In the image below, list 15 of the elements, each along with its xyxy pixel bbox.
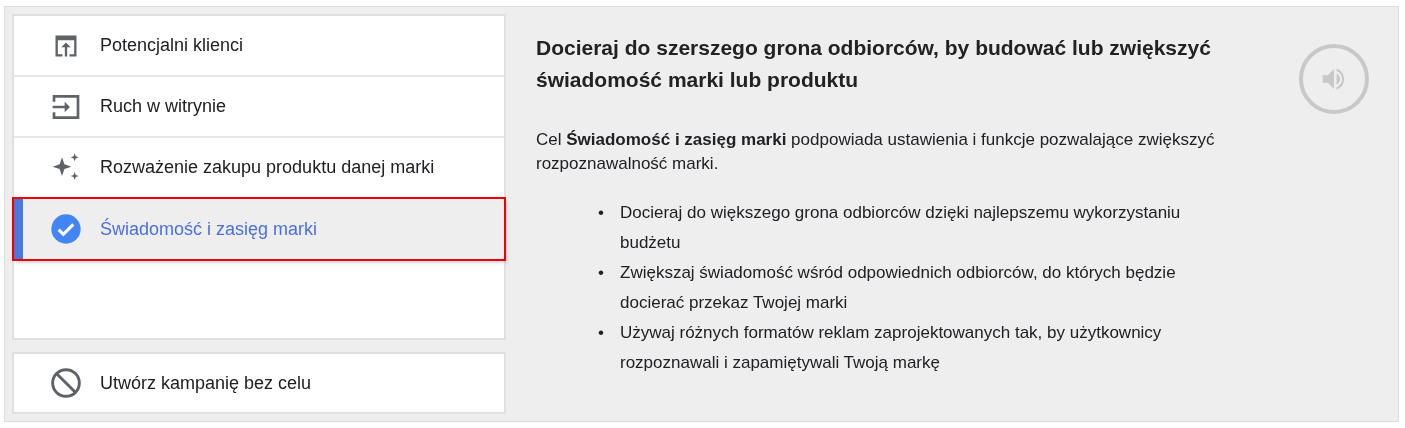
goal-option[interactable]: Ruch w witrynie [14,77,504,138]
benefit-item: Używaj różnych formatów reklam zaprojektowanych tak, by użytkownicy rozpoznawali i zapamiętywali Twoją markę [620,322,1163,374]
bullet-marker: • [598,322,605,344]
goal-option[interactable]: Potencjalni klienci [14,16,504,77]
goal-option[interactable]: Świadomość i zasięg marki [14,199,504,259]
audio-button[interactable] [1299,44,1369,114]
prohibited-icon [50,367,82,399]
benefit-item: Docieraj do większego grona odbiorców dzięki najlepszemu wykorzystaniu budżetu [620,202,1182,254]
check-circle-icon [50,213,82,245]
benefit-item: Zwiększaj świadomość wśród odpowiednich odbiorców, do których będzie docierać przekaz Twojej marki [620,262,1177,314]
bullet-marker: • [598,262,605,284]
bullet-marker: • [598,202,605,224]
detail-description: Cel Świadomość i zasięg marki podpowiada ustawienia i funkcje pozwalające zwiększyć rozpoznawalność marki. [536,129,1216,175]
no-goal-option[interactable]: Utwórz kampanię bez celu [12,352,506,414]
detail-heading: Docieraj do szerszego grona odbiorców, by budować lub zwiększyć świadomość marki lub produktu [536,35,1212,93]
